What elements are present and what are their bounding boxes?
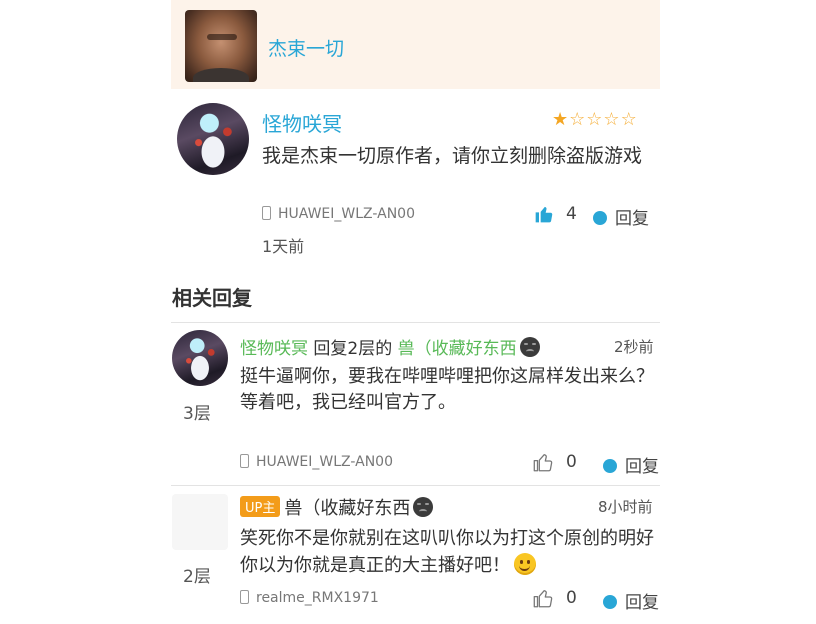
reply-button[interactable]: 回复 [603, 452, 659, 477]
avatar-shirt [193, 68, 249, 82]
device-label: HUAWEI_WLZ-AN00 [256, 454, 393, 470]
reply-like-count: 0 [566, 452, 577, 472]
reply-avatar[interactable] [172, 494, 228, 550]
reply-text-line: 挺牛逼啊你，要我在哔哩哔哩把你这屌样发出来么？ [240, 366, 654, 387]
reply-text-body: 笑死你不是你就别在这叭叭你以为打这个原创的明好你以为你就是真正的大主播好吧！ [240, 528, 654, 576]
main-comment-username[interactable]: 怪物咲冥 [262, 108, 342, 137]
mood-face-icon [413, 497, 434, 517]
reply-time: 2秒前 [614, 338, 654, 356]
reply-to-prefix: 回复2层的 [313, 339, 393, 359]
main-comment-like-count: 4 [566, 204, 577, 224]
thumbs-up-icon[interactable] [532, 587, 554, 609]
reply-time: 8小时前 [598, 498, 653, 516]
main-comment-device: HUAWEI_WLZ-AN00 [262, 206, 415, 222]
star-icon-empty: ☆ [569, 109, 587, 130]
thumbs-up-icon[interactable] [532, 451, 554, 473]
reply-avatar[interactable] [172, 330, 228, 386]
reply-to-username[interactable]: 兽（收藏好东西 [398, 339, 517, 359]
device-label: HUAWEI_WLZ-AN00 [278, 206, 415, 222]
author-name[interactable]: 杰束一切 [268, 34, 344, 61]
reply-floor: 3层 [183, 404, 211, 424]
divider [171, 485, 660, 486]
reply-like-count: 0 [566, 588, 577, 608]
star-icon-empty: ☆ [586, 109, 604, 130]
reply-text: 挺牛逼啊你，要我在哔哩哔哩把你这屌样发出来么？ 等着吧，我已经叫官方了。 [240, 364, 660, 416]
smile-emoji-icon [514, 553, 536, 575]
star-icon-empty: ☆ [603, 109, 621, 130]
reply-username[interactable]: 怪物咲冥 [240, 339, 308, 359]
reply-device: realme_RMX1971 [240, 590, 379, 606]
reply-floor: 2层 [183, 567, 211, 587]
main-comment-text: 我是杰束一切原作者，请你立刻删除盗版游戏 [262, 145, 643, 167]
related-replies-title: 相关回复 [172, 286, 252, 310]
star-icon-empty: ☆ [620, 109, 638, 130]
reply-text-line: 等着吧，我已经叫官方了。 [240, 392, 456, 413]
device-label: realme_RMX1971 [256, 590, 379, 606]
reply-bubble-icon [593, 205, 607, 225]
reply-header: 怪物咲冥 回复2层的 兽（收藏好东西 [240, 334, 540, 359]
reply-bubble-icon [603, 589, 617, 609]
reply-label: 回复 [625, 593, 659, 613]
phone-icon [240, 590, 249, 604]
reply-label: 回复 [625, 457, 659, 477]
avatar-glasses [207, 34, 237, 40]
phone-icon [262, 206, 271, 220]
thumbs-up-icon[interactable] [534, 204, 554, 224]
up-badge: UP主 [240, 496, 281, 517]
star-icon-filled: ★ [552, 109, 570, 130]
divider [171, 322, 660, 323]
main-comment-reply-button[interactable]: 回复 [593, 204, 649, 229]
mood-face-icon [519, 337, 540, 357]
author-avatar[interactable] [185, 10, 257, 82]
reply-header: UP主 兽（收藏好东西 [240, 494, 434, 520]
reply-device: HUAWEI_WLZ-AN00 [240, 454, 393, 470]
main-comment-avatar[interactable] [177, 103, 249, 175]
phone-icon [240, 454, 249, 468]
rating-stars: ★☆☆☆☆ [552, 109, 638, 130]
reply-username[interactable]: 兽（收藏好东西 [284, 498, 410, 519]
reply-text: 笑死你不是你就别在这叭叭你以为打这个原创的明好你以为你就是真正的大主播好吧！ [240, 525, 660, 579]
reply-label: 回复 [615, 209, 649, 229]
reply-bubble-icon [603, 453, 617, 473]
reply-button[interactable]: 回复 [603, 588, 659, 613]
main-comment-time: 1天前 [262, 237, 305, 256]
